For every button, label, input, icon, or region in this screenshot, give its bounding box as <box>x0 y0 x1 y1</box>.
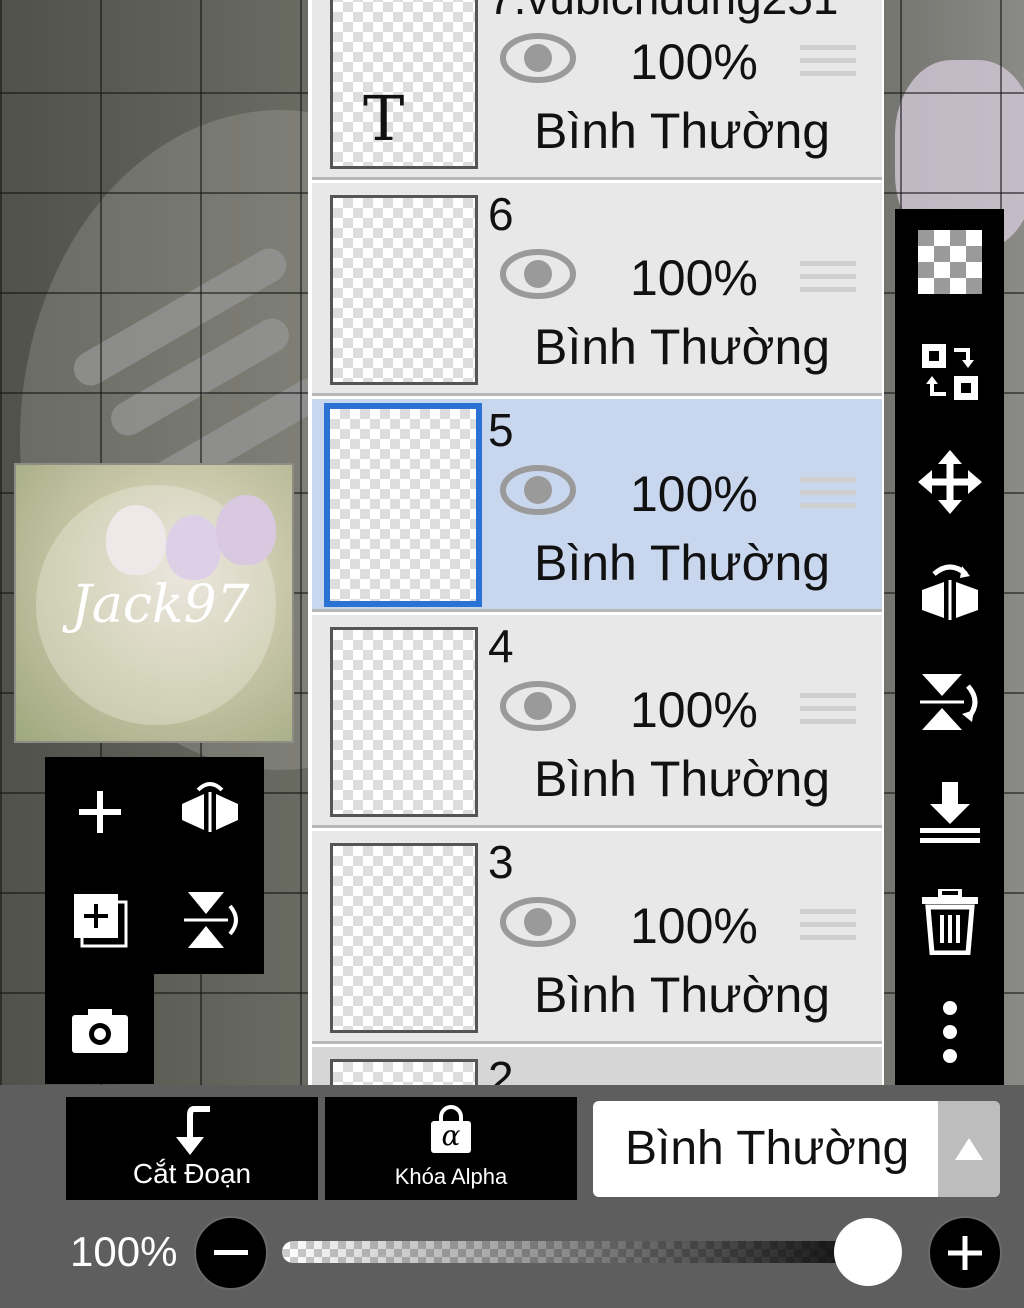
layer-blend-mode: Bình Thường <box>534 967 831 1023</box>
canvas-preview-thumbnail[interactable]: Jack97 <box>14 463 294 743</box>
clip-button[interactable]: Cắt Đoạn <box>66 1097 318 1200</box>
layer-thumbnail <box>330 195 478 385</box>
eye-icon[interactable] <box>500 897 576 952</box>
rotate-flip-horizontal-icon[interactable] <box>905 547 995 637</box>
camera-icon[interactable] <box>55 985 145 1075</box>
swap-layers-icon[interactable] <box>905 327 995 417</box>
layer-row[interactable]: 6 100% Bình Thường <box>312 183 882 396</box>
opacity-value: 100% <box>70 1228 178 1275</box>
layer-opacity: 100% <box>630 250 758 306</box>
layer-opacity: 100% <box>630 898 758 954</box>
eye-icon[interactable] <box>500 465 576 520</box>
blend-mode-select[interactable]: Bình Thường <box>593 1101 1000 1197</box>
flip-horizontal-icon[interactable] <box>165 767 255 857</box>
layer-opacity: 100% <box>630 682 758 738</box>
left-tool-palette <box>45 757 264 1084</box>
add-copy-layer-icon[interactable] <box>55 875 145 965</box>
alpha-lock-button[interactable]: α Khóa Alpha <box>325 1097 577 1200</box>
eye-icon[interactable] <box>500 681 576 736</box>
text-layer-icon: T <box>363 82 405 155</box>
clip-arrow-icon <box>176 1106 210 1155</box>
drag-handle-icon[interactable] <box>800 45 856 84</box>
layer-name: 6 <box>488 188 514 240</box>
layer-panel[interactable]: T 7.vubichdung251 100% Bình Thường 6 100… <box>308 0 884 1085</box>
opacity-slider-thumb[interactable] <box>834 1218 902 1286</box>
preview-tulip <box>166 515 221 580</box>
layer-row[interactable]: 4 100% Bình Thường <box>312 615 882 828</box>
lock-icon: α <box>431 1105 471 1153</box>
preview-tulip <box>106 505 166 575</box>
layer-row-partial[interactable]: 2 <box>312 1047 882 1085</box>
layer-thumbnail <box>330 1059 478 1085</box>
plus-icon <box>948 1236 982 1270</box>
increase-opacity-button[interactable] <box>928 1216 1002 1290</box>
layer-blend-mode: Bình Thường <box>534 103 831 159</box>
layer-row[interactable]: 3 100% Bình Thường <box>312 831 882 1044</box>
drag-handle-icon[interactable] <box>800 693 856 732</box>
layer-blend-mode: Bình Thường <box>534 535 831 591</box>
add-layer-icon[interactable] <box>55 767 145 857</box>
layer-thumbnail <box>324 403 482 607</box>
more-icon[interactable] <box>905 987 995 1077</box>
eye-icon[interactable] <box>500 249 576 304</box>
layer-name: 7.vubichdung251 <box>488 0 838 25</box>
decrease-opacity-button[interactable] <box>194 1216 268 1290</box>
dropdown-arrow-icon[interactable] <box>938 1101 1000 1197</box>
preview-tulip <box>216 495 276 565</box>
move-icon[interactable] <box>905 437 995 527</box>
layer-opacity: 100% <box>630 34 758 90</box>
layer-thumbnail <box>330 627 478 817</box>
layer-row[interactable]: T 7.vubichdung251 100% Bình Thường <box>312 0 882 180</box>
delete-icon[interactable] <box>905 877 995 967</box>
layer-name: 2 <box>488 1052 514 1085</box>
opacity-slider-track[interactable] <box>282 1241 902 1263</box>
preview-signature: Jack97 <box>71 575 250 635</box>
layer-blend-mode: Bình Thường <box>534 319 831 375</box>
drag-handle-icon[interactable] <box>800 909 856 948</box>
alpha-lock-label: Khóa Alpha <box>394 1164 508 1189</box>
rotate-flip-vertical-icon[interactable] <box>905 657 995 747</box>
drag-handle-icon[interactable] <box>800 261 856 300</box>
flip-vertical-icon[interactable] <box>165 875 255 965</box>
eye-icon[interactable] <box>500 33 576 88</box>
layer-name: 5 <box>488 404 514 456</box>
minus-icon <box>214 1250 248 1255</box>
drag-handle-icon[interactable] <box>800 477 856 516</box>
layer-blend-mode: Bình Thường <box>534 751 831 807</box>
layer-row-selected[interactable]: 5 100% Bình Thường <box>312 399 882 612</box>
layer-name: 3 <box>488 836 514 888</box>
layer-name: 4 <box>488 620 514 672</box>
layer-opacity: 100% <box>630 466 758 522</box>
transparency-icon[interactable] <box>905 217 995 307</box>
layer-thumbnail: T <box>330 0 478 169</box>
merge-down-icon[interactable] <box>905 767 995 857</box>
right-tool-palette <box>895 209 1004 1085</box>
bottom-bar: Cắt Đoạn α Khóa Alpha Bình Thường 100% <box>0 1085 1024 1308</box>
alpha-glyph: α <box>431 1121 471 1153</box>
clip-label: Cắt Đoạn <box>132 1158 252 1189</box>
layer-thumbnail <box>330 843 478 1033</box>
blend-mode-value: Bình Thường <box>625 1122 910 1175</box>
